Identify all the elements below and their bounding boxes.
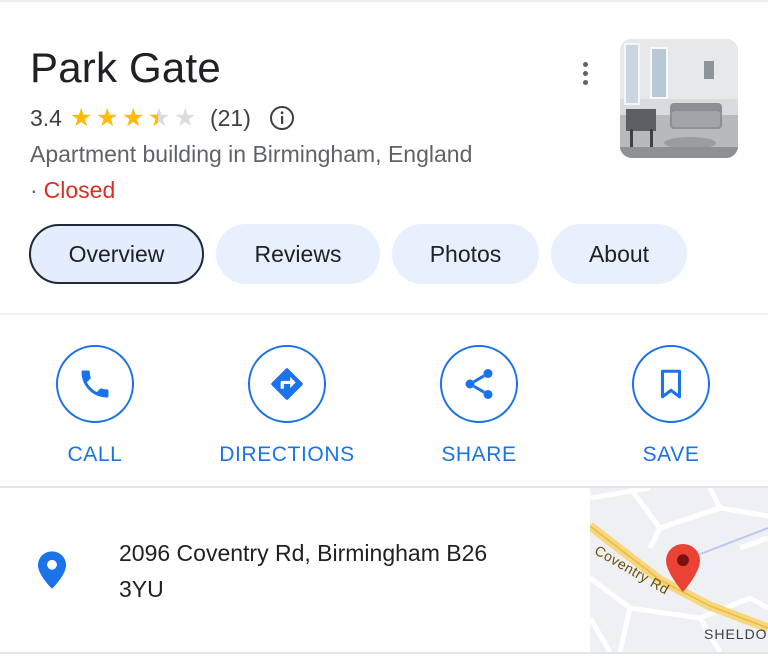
action-buttons: CALL DIRECTIONS SHARE SAVE — [0, 315, 768, 487]
address-line-1: 2096 Coventry Rd, Birmingham B26 — [119, 540, 488, 566]
closed-label: Closed — [43, 177, 116, 203]
rating-row[interactable]: 3.4 ★★ ★★ ★★ ★★ ★★ (21) — [30, 103, 295, 133]
address-line-2: 3YU — [119, 576, 164, 602]
directions-icon — [271, 368, 303, 400]
rating-value: 3.4 — [30, 104, 62, 131]
save-label: SAVE — [642, 443, 700, 466]
phone-icon — [81, 370, 109, 398]
more-options-icon[interactable] — [570, 56, 600, 90]
tab-photos[interactable]: Photos — [392, 224, 539, 284]
call-button-circle[interactable] — [56, 345, 134, 423]
map-marker-icon — [666, 544, 700, 592]
info-icon[interactable] — [269, 105, 295, 131]
address-text: 2096 Coventry Rd, Birmingham B26 3YU — [119, 535, 559, 607]
location-pin-icon — [38, 551, 66, 589]
share-button[interactable]: SHARE — [394, 345, 564, 467]
bookmark-icon — [660, 369, 682, 399]
address-row[interactable]: 2096 Coventry Rd, Birmingham B26 3YU Cov… — [0, 488, 768, 652]
share-icon — [465, 369, 493, 399]
map-area-label: SHELDO — [704, 626, 768, 642]
place-category: Apartment building in Birmingham, Englan… — [30, 141, 473, 167]
place-title: Park Gate — [30, 44, 221, 91]
share-label: SHARE — [441, 443, 517, 466]
save-button[interactable]: SAVE — [586, 345, 756, 467]
open-status: · Closed — [30, 177, 115, 204]
star-icon: ★★ — [121, 104, 145, 132]
directions-label: DIRECTIONS — [219, 443, 355, 466]
review-count[interactable]: (21) — [210, 105, 251, 132]
call-button[interactable]: CALL — [10, 345, 180, 467]
star-rating: ★★ ★★ ★★ ★★ ★★ — [69, 104, 200, 132]
place-photo-thumbnail[interactable] — [620, 39, 738, 158]
save-button-circle[interactable] — [632, 345, 710, 423]
map-thumbnail[interactable]: Coventry Rd SHELDO — [590, 488, 768, 652]
star-icon: ★★ — [69, 104, 93, 132]
directions-button-circle[interactable] — [248, 345, 326, 423]
status-separator: · — [30, 177, 38, 203]
call-label: CALL — [67, 443, 123, 466]
place-tabs: Overview Reviews Photos About — [29, 224, 687, 284]
place-header: Park Gate 3.4 ★★ ★★ ★★ ★★ ★★ (21) Apartm… — [0, 0, 768, 314]
star-icon: ★★ — [95, 104, 119, 132]
star-icon: ★★ — [173, 104, 197, 132]
share-button-circle[interactable] — [440, 345, 518, 423]
tab-overview[interactable]: Overview — [29, 224, 204, 284]
star-icon: ★★ — [147, 104, 171, 132]
directions-button[interactable]: DIRECTIONS — [202, 345, 372, 467]
tab-about[interactable]: About — [551, 224, 687, 284]
bottom-divider — [0, 652, 768, 654]
tab-reviews[interactable]: Reviews — [216, 224, 380, 284]
